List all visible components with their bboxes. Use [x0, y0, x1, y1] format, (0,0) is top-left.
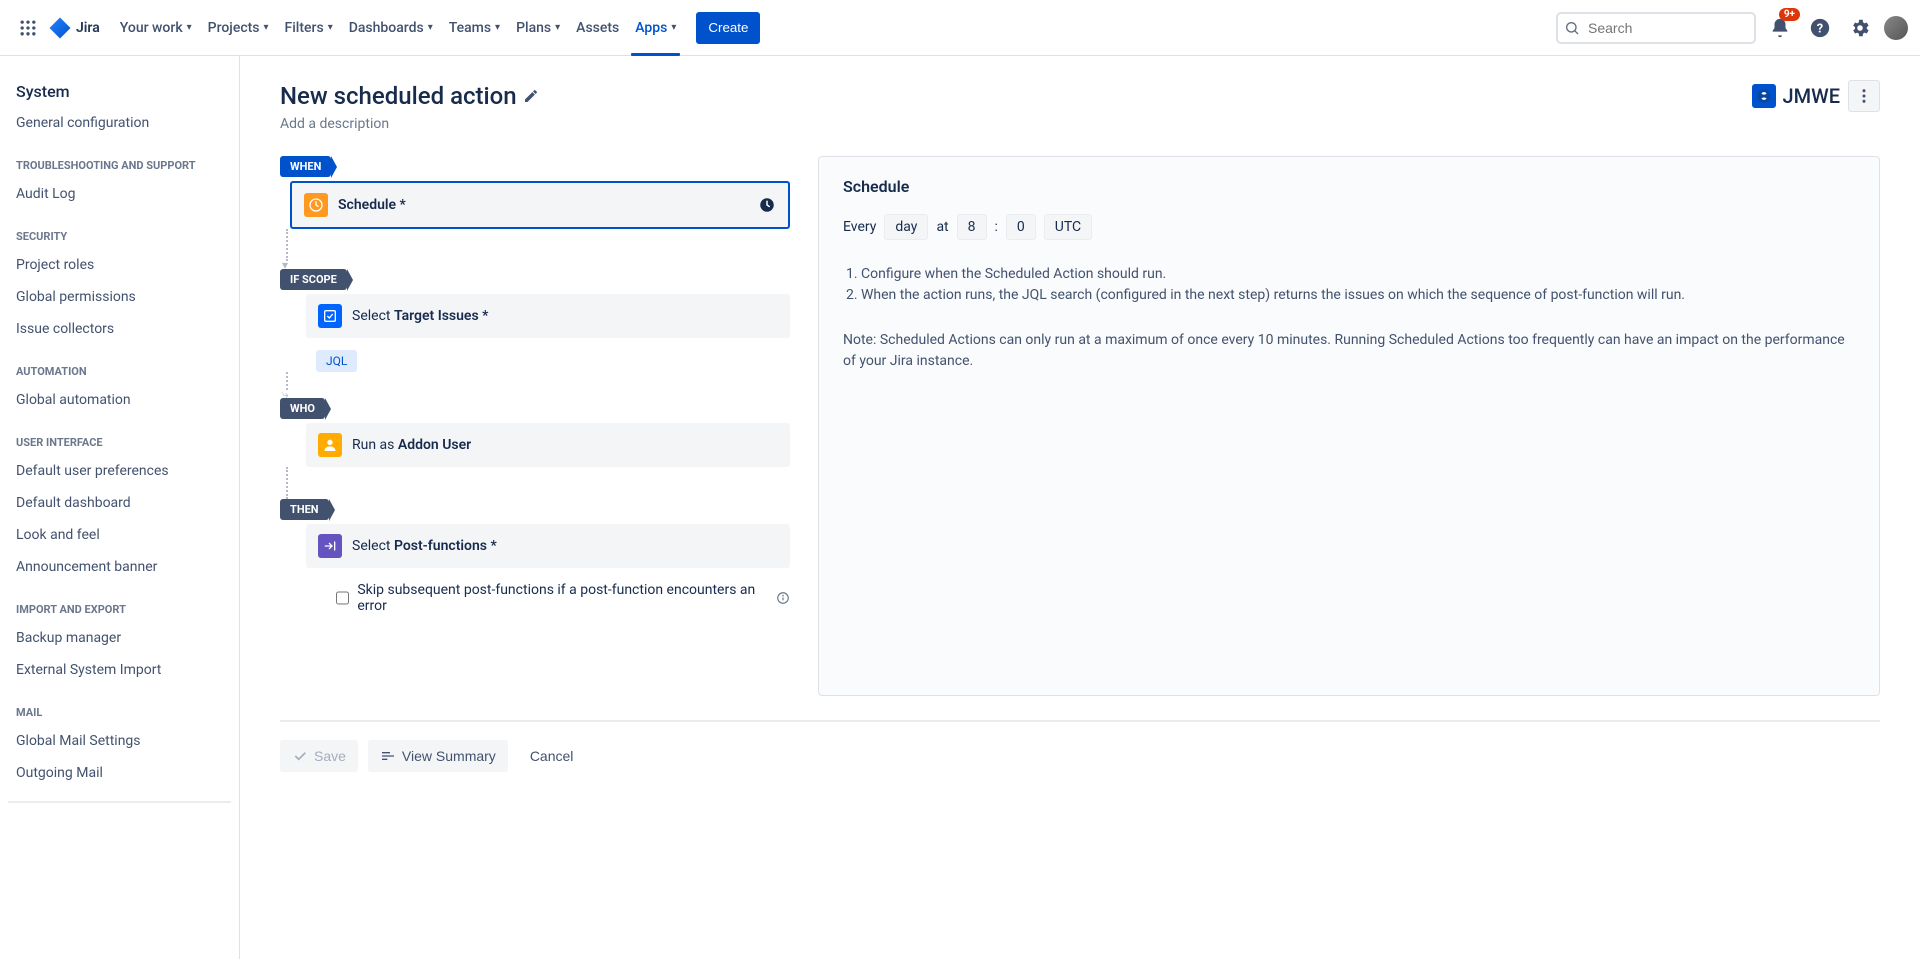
when-tag: WHEN — [280, 156, 331, 177]
nav-dashboards[interactable]: Dashboards▾ — [341, 12, 441, 44]
notifications-icon[interactable]: 9+ — [1764, 12, 1796, 44]
nav-plans[interactable]: Plans▾ — [508, 12, 568, 44]
jql-chip[interactable]: JQL — [316, 350, 357, 372]
more-actions-button[interactable] — [1848, 80, 1880, 112]
run-as-card[interactable]: Run as Addon User — [306, 423, 790, 467]
product-name: Jira — [76, 20, 100, 36]
search-icon — [1564, 20, 1580, 36]
settings-icon[interactable] — [1844, 12, 1876, 44]
edit-title-icon[interactable] — [523, 88, 539, 104]
main-content: New scheduled action JMWE Add a descript… — [240, 56, 1920, 959]
ifscope-tag: IF SCOPE — [280, 269, 347, 290]
sidebar-heading: SECURITY — [0, 210, 239, 249]
hour-input[interactable]: 8 — [957, 214, 987, 240]
cancel-button[interactable]: Cancel — [518, 740, 586, 772]
sidebar-item-backup-manager[interactable]: Backup manager — [0, 622, 239, 654]
target-issues-card[interactable]: Select Target Issues * — [306, 294, 790, 338]
sidebar-item-global-automation[interactable]: Global automation — [0, 384, 239, 416]
search-box — [1556, 12, 1756, 44]
sidebar-item-audit-log[interactable]: Audit Log — [0, 178, 239, 210]
minute-input[interactable]: 0 — [1006, 214, 1036, 240]
nav-filters[interactable]: Filters▾ — [277, 12, 341, 44]
sidebar-heading: AUTOMATION — [0, 345, 239, 384]
view-summary-button[interactable]: View Summary — [368, 740, 508, 772]
sidebar-item-outgoing-mail[interactable]: Outgoing Mail — [0, 757, 239, 789]
create-button[interactable]: Create — [696, 12, 760, 44]
nav-teams[interactable]: Teams▾ — [441, 12, 508, 44]
help-icon[interactable]: ? — [1804, 12, 1836, 44]
sidebar-heading: MAIL — [0, 686, 239, 725]
postfn-icon — [318, 534, 342, 558]
description-field[interactable]: Add a description — [280, 116, 1880, 132]
skip-checkbox[interactable] — [336, 591, 349, 605]
jmwe-icon — [1752, 84, 1776, 108]
sidebar-item-global-mail-settings[interactable]: Global Mail Settings — [0, 725, 239, 757]
sidebar-item-external-system-import[interactable]: External System Import — [0, 654, 239, 686]
sidebar-heading: USER INTERFACE — [0, 416, 239, 455]
who-tag: WHO — [280, 398, 325, 419]
sidebar-item-default-dashboard[interactable]: Default dashboard — [0, 487, 239, 519]
svg-text:?: ? — [1817, 21, 1823, 36]
then-tag: THEN — [280, 499, 329, 520]
target-icon — [318, 304, 342, 328]
post-functions-card[interactable]: Select Post-functions * — [306, 524, 790, 568]
schedule-row: Every day at 8 : 0 UTC — [843, 214, 1855, 240]
skip-label: Skip subsequent post-functions if a post… — [357, 582, 768, 614]
sidebar: System General configurationTROUBLESHOOT… — [0, 56, 240, 959]
clock-icon — [304, 193, 328, 217]
nav-assets[interactable]: Assets — [568, 12, 627, 44]
footer-actions: Save View Summary Cancel — [280, 720, 1880, 772]
sidebar-item-general-configuration[interactable]: General configuration — [0, 107, 239, 139]
sidebar-item-look-and-feel[interactable]: Look and feel — [0, 519, 239, 551]
sidebar-item-global-permissions[interactable]: Global permissions — [0, 281, 239, 313]
page-title: New scheduled action — [280, 82, 539, 110]
schedule-status-icon — [758, 196, 776, 214]
user-icon — [318, 433, 342, 457]
avatar[interactable] — [1884, 16, 1908, 40]
sidebar-item-default-user-preferences[interactable]: Default user preferences — [0, 455, 239, 487]
save-button[interactable]: Save — [280, 740, 358, 772]
top-nav: Jira Your work▾Projects▾Filters▾Dashboar… — [0, 0, 1920, 56]
nav-apps[interactable]: Apps▾ — [627, 12, 684, 44]
nav-your-work[interactable]: Your work▾ — [112, 12, 200, 44]
tz-select[interactable]: UTC — [1044, 214, 1092, 240]
notification-badge: 9+ — [1779, 8, 1800, 21]
app-switcher-icon[interactable] — [12, 12, 44, 44]
instructions: Configure when the Scheduled Action shou… — [843, 264, 1855, 372]
sidebar-divider — [8, 801, 231, 803]
sidebar-item-project-roles[interactable]: Project roles — [0, 249, 239, 281]
action-flow: WHEN Schedule * ▾ IF SCOPE — [280, 156, 790, 696]
sidebar-heading: TROUBLESHOOTING AND SUPPORT — [0, 139, 239, 178]
app-badge: JMWE — [1752, 84, 1840, 108]
jira-logo[interactable]: Jira — [48, 16, 100, 40]
detail-heading: Schedule — [843, 177, 1855, 196]
sidebar-item-announcement-banner[interactable]: Announcement banner — [0, 551, 239, 583]
sidebar-heading: IMPORT AND EXPORT — [0, 583, 239, 622]
sidebar-title: System — [0, 76, 239, 107]
schedule-card[interactable]: Schedule * — [290, 181, 790, 229]
unit-select[interactable]: day — [884, 214, 928, 240]
sidebar-item-issue-collectors[interactable]: Issue collectors — [0, 313, 239, 345]
nav-projects[interactable]: Projects▾ — [200, 12, 277, 44]
info-icon[interactable] — [776, 591, 790, 605]
schedule-detail-panel: Schedule Every day at 8 : 0 UTC Configur… — [818, 156, 1880, 696]
search-input[interactable] — [1556, 12, 1756, 44]
